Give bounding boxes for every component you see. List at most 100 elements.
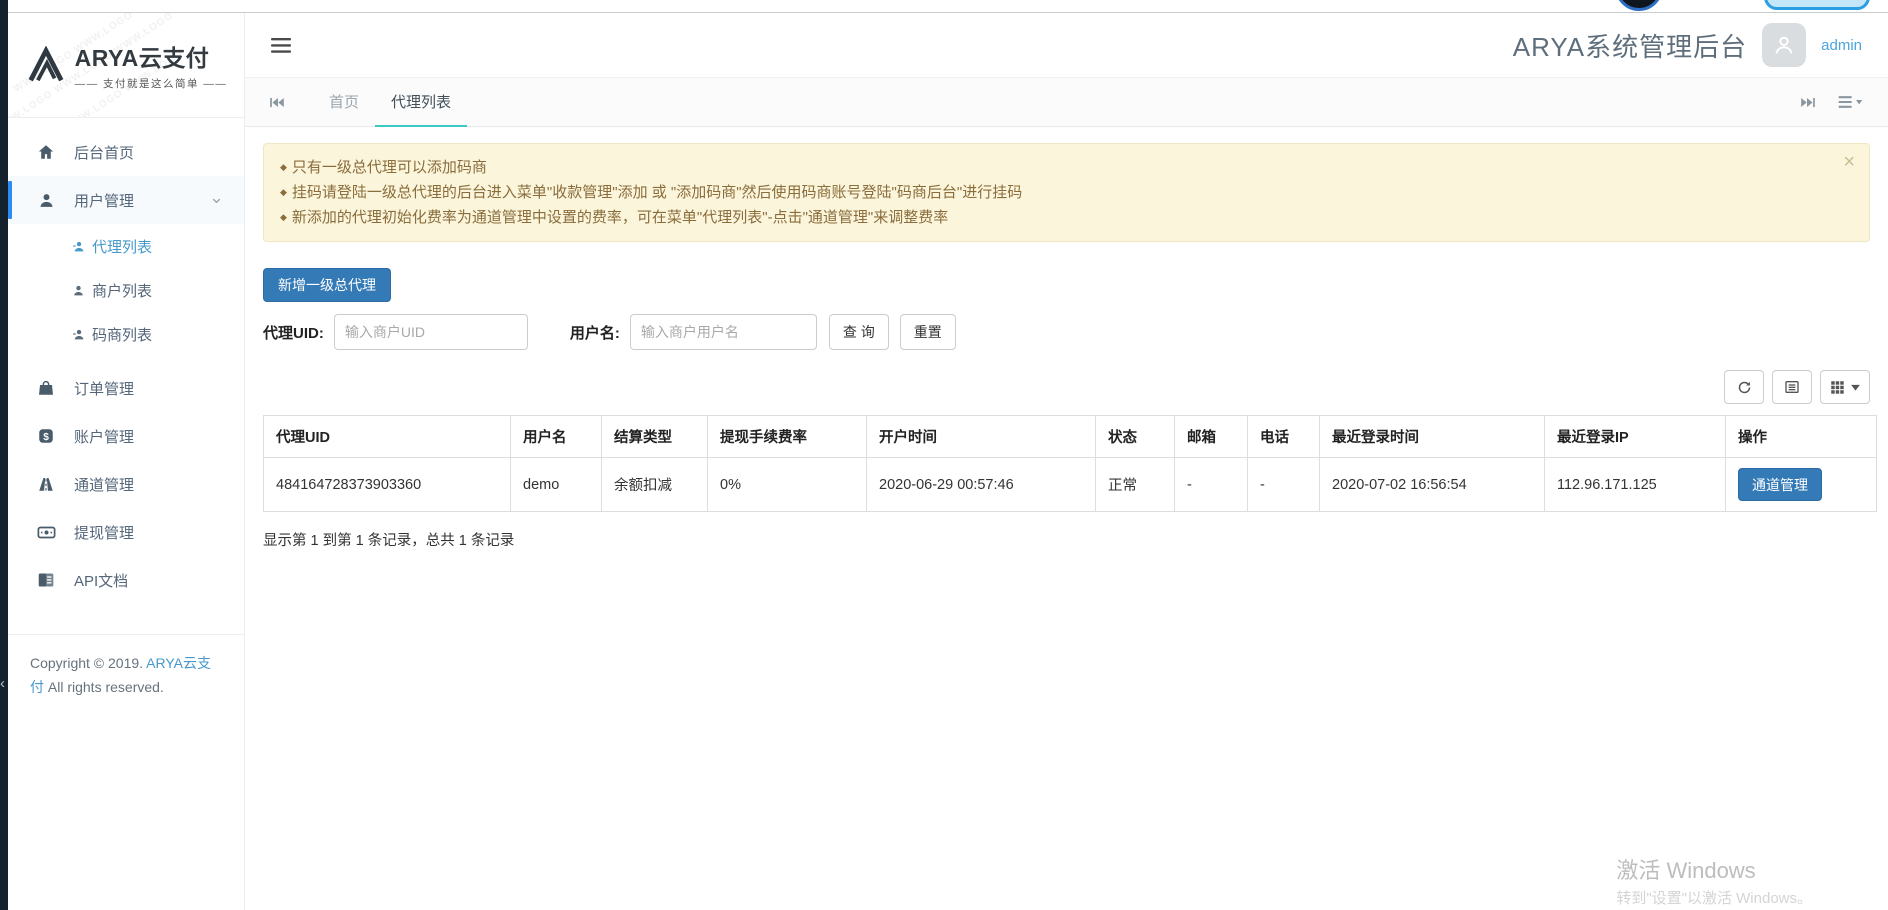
sidebar: WWW.LOGO WWW.LOGO WWW.LOGO WWW.LOGO WWW.… <box>8 13 245 910</box>
channel-manage-button[interactable]: 通道管理 <box>1738 468 1822 501</box>
close-icon[interactable]: × <box>1843 152 1855 172</box>
agent-uid-label: 代理UID: <box>263 322 324 343</box>
column-header: 提现手续费率 <box>708 416 867 458</box>
table-row: 484164728373903360 demo 余额扣减 0% 2020-06-… <box>264 458 1877 512</box>
sidebar-item-label: 账户管理 <box>74 426 134 447</box>
columns-grid-icon <box>1830 380 1845 395</box>
home-icon <box>36 143 56 161</box>
column-header: 最近登录IP <box>1545 416 1726 458</box>
username-label: 用户名: <box>570 322 620 343</box>
top-browser-sliver <box>8 0 1888 13</box>
column-header: 结算类型 <box>602 416 708 458</box>
chevron-down-icon <box>211 195 222 206</box>
admin-username-link[interactable]: admin <box>1821 37 1862 54</box>
tab-agent-list[interactable]: 代理列表 <box>375 78 467 127</box>
cell-action: 通道管理 <box>1726 458 1877 512</box>
sidebar-item-label: 码商列表 <box>92 324 152 345</box>
sidebar-item-codeshop-list[interactable]: 码商列表 <box>8 312 244 356</box>
warning-alert: 只有一级总代理可以添加码商 挂码请登陆一级总代理的后台进入菜单"收款管理"添加 … <box>263 143 1870 242</box>
layout-menu-icon[interactable] <box>1838 95 1864 109</box>
main-column: ARYA系统管理后台 admin 首页 代理列表 <box>245 13 1888 910</box>
user-icon <box>36 192 56 209</box>
cell-agent-uid: 484164728373903360 <box>264 458 511 512</box>
top-header: ARYA系统管理后台 admin <box>245 13 1888 77</box>
sidebar-item-account-management[interactable]: $ 账户管理 <box>8 412 244 460</box>
tab-home[interactable]: 首页 <box>313 78 375 127</box>
svg-text:$: $ <box>43 432 49 443</box>
column-header: 邮箱 <box>1175 416 1248 458</box>
logo-block: WWW.LOGO WWW.LOGO WWW.LOGO WWW.LOGO WWW.… <box>8 13 244 118</box>
sidebar-item-agent-list[interactable]: 代理列表 <box>8 224 244 268</box>
add-top-agent-button[interactable]: 新增一级总代理 <box>263 268 391 302</box>
cell-username: demo <box>511 458 602 512</box>
search-button[interactable]: 查 询 <box>829 314 889 350</box>
brand-logo-mark-icon <box>25 46 67 84</box>
person-icon <box>70 284 86 297</box>
sidebar-item-user-management[interactable]: 用户管理 <box>8 176 244 224</box>
banknote-icon <box>36 524 56 541</box>
refresh-button[interactable] <box>1724 370 1764 404</box>
sidebar-item-api-docs[interactable]: API文档 <box>8 556 244 604</box>
copyright: Copyright © 2019. ARYA云支付 All rights res… <box>8 635 244 715</box>
table-toolbar <box>263 370 1870 404</box>
columns-button[interactable] <box>1820 370 1870 404</box>
column-header: 操作 <box>1726 416 1877 458</box>
sidebar-item-label: 代理列表 <box>92 236 152 257</box>
sidebar-item-withdraw-management[interactable]: 提现管理 <box>8 508 244 556</box>
sidebar-item-label: 订单管理 <box>74 378 134 399</box>
chevron-down-icon <box>1851 384 1860 391</box>
pagination-summary: 显示第 1 到第 1 条记录，总共 1 条记录 <box>263 529 1870 550</box>
column-header: 代理UID <box>264 416 511 458</box>
column-header: 用户名 <box>511 416 602 458</box>
column-header: 最近登录时间 <box>1320 416 1545 458</box>
fast-backward-icon[interactable] <box>269 96 285 109</box>
browser-artifact-circle <box>1615 0 1663 11</box>
brand-tagline: —— 支付就是这么简单 —— <box>75 76 228 91</box>
fast-forward-icon[interactable] <box>1800 96 1816 109</box>
hamburger-icon[interactable] <box>271 37 293 54</box>
alert-line: 新添加的代理初始化费率为通道管理中设置的费率，可在菜单"代理列表"-点击"通道管… <box>280 205 1825 230</box>
avatar[interactable] <box>1762 23 1806 67</box>
app-root: WWW.LOGO WWW.LOGO WWW.LOGO WWW.LOGO WWW.… <box>8 13 1888 910</box>
sidebar-item-channel-management[interactable]: 通道管理 <box>8 460 244 508</box>
sidebar-menu: 后台首页 用户管理 代理列表 <box>8 118 244 604</box>
windows-activation-line1: 激活 Windows <box>1616 853 1812 885</box>
column-header: 状态 <box>1096 416 1175 458</box>
document-icon <box>36 572 56 588</box>
brand-name: ARYA云支付 <box>75 39 228 73</box>
sidebar-item-order-management[interactable]: 订单管理 <box>8 364 244 412</box>
cell-email: - <box>1175 458 1248 512</box>
active-menu-bar <box>8 181 12 219</box>
refresh-icon <box>1737 380 1752 395</box>
content-area: 只有一级总代理可以添加码商 挂码请登陆一级总代理的后台进入菜单"收款管理"添加 … <box>245 127 1888 910</box>
road-icon <box>36 475 56 493</box>
sidebar-item-dashboard[interactable]: 后台首页 <box>8 128 244 176</box>
sidebar-item-label: 用户管理 <box>74 190 134 211</box>
toggle-view-button[interactable] <box>1772 370 1812 404</box>
person-icon <box>70 328 86 341</box>
copyright-text: Copyright © 2019. <box>30 655 146 671</box>
reset-button[interactable]: 重置 <box>900 314 956 350</box>
username-input[interactable] <box>630 314 817 350</box>
filter-row: 代理UID: 用户名: 查 询 重置 <box>263 314 1870 350</box>
add-agent-row: 新增一级总代理 <box>263 268 1870 302</box>
column-header: 电话 <box>1248 416 1320 458</box>
windows-activation-line2: 转到"设置"以激活 Windows。 <box>1616 887 1812 908</box>
agent-uid-input[interactable] <box>334 314 528 350</box>
cell-last-login-time: 2020-07-02 16:56:54 <box>1320 458 1545 512</box>
sidebar-item-label: 商户列表 <box>92 280 152 301</box>
sidebar-item-merchant-list[interactable]: 商户列表 <box>8 268 244 312</box>
cell-status: 正常 <box>1096 458 1175 512</box>
cell-open-time: 2020-06-29 00:57:46 <box>867 458 1096 512</box>
bag-icon <box>36 379 56 397</box>
left-dark-rail: ‹ <box>0 0 8 910</box>
dollar-icon: $ <box>36 427 56 445</box>
sidebar-item-label: 后台首页 <box>74 142 134 163</box>
page-title: ARYA系统管理后台 <box>1513 27 1747 64</box>
copyright-text: All rights reserved. <box>44 679 164 695</box>
cell-withdraw-fee: 0% <box>708 458 867 512</box>
sidebar-item-label: API文档 <box>74 570 128 591</box>
browser-artifact-pill <box>1764 0 1870 10</box>
person-icon <box>70 240 86 253</box>
toggle-view-icon <box>1784 379 1800 395</box>
